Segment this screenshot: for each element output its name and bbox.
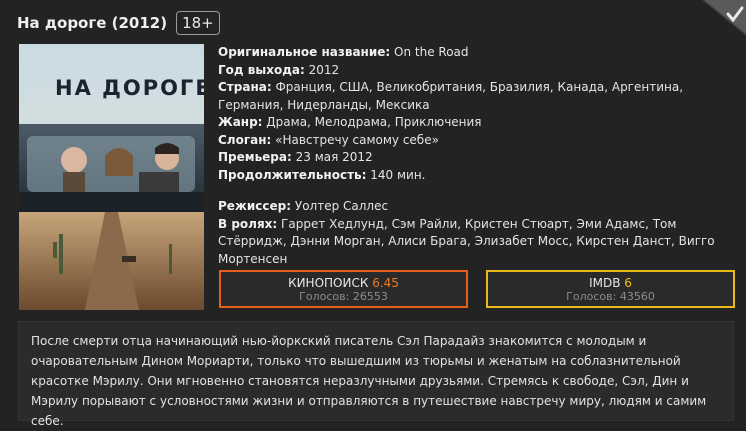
slogan-value: «Навстречу самому себе»	[275, 132, 439, 147]
duration-label: Продолжительность:	[218, 167, 367, 182]
country-row: Страна: Франция, США, Великобритания, Бр…	[218, 79, 738, 114]
year-row: Год выхода: 2012	[218, 62, 738, 80]
country-value: Франция, США, Великобритания, Бразилия, …	[218, 80, 684, 112]
kinopoisk-rating[interactable]: КИНОПОИСК 6.45 Голосов: 26553	[219, 270, 468, 308]
imdb-value: 6	[624, 276, 632, 290]
poster-image: НА ДОРОГЕ	[19, 44, 204, 310]
premiere-label: Премьера:	[218, 150, 292, 164]
original-title-value: On the Road	[394, 45, 469, 59]
country-label: Страна:	[218, 80, 272, 94]
director-value: Уолтер Саллес	[294, 199, 389, 213]
imdb-votes: Голосов: 43560	[566, 290, 655, 303]
year-label: Год выхода:	[218, 62, 305, 77]
genre-row: Жанр: Драма, Мелодрама, Приключения	[218, 114, 738, 132]
original-title-label: Оригинальное название:	[218, 45, 391, 59]
cast-row: В ролях: Гаррет Хедлунд, Сэм Райли, Крис…	[218, 216, 738, 269]
movie-poster[interactable]: НА ДОРОГЕ	[19, 44, 204, 310]
checkmark-icon[interactable]	[702, 0, 746, 36]
year-value: 2012	[308, 62, 340, 77]
kinopoisk-value: 6.45	[372, 276, 399, 290]
movie-description: После смерти отца начинающий нью-йоркски…	[18, 321, 734, 428]
age-rating-badge: 18+	[176, 11, 220, 35]
genre-value: Драма, Мелодрама, Приключения	[266, 115, 482, 129]
title-row: На дороге (2012) 18+	[17, 10, 220, 36]
original-title-row: Оригинальное название: On the Road	[218, 44, 738, 62]
duration-value: 140 мин.	[370, 167, 426, 182]
movie-title: На дороге (2012)	[17, 14, 168, 32]
cast-label: В ролях:	[218, 216, 278, 231]
director-label: Режиссер:	[218, 199, 292, 213]
director-row: Режиссер: Уолтер Саллес	[218, 198, 738, 216]
kinopoisk-name: КИНОПОИСК	[288, 276, 369, 290]
genre-label: Жанр:	[218, 115, 263, 129]
movie-info: Оригинальное название: On the Road Год в…	[218, 44, 738, 268]
slogan-row: Слоган: «Навстречу самому себе»	[218, 132, 738, 150]
imdb-rating[interactable]: IMDB 6 Голосов: 43560	[486, 270, 735, 308]
movie-card: На дороге (2012) 18+ НА ДОРОГЕ Оригиналь…	[0, 0, 746, 428]
poster-title: НА ДОРОГЕ	[55, 76, 204, 100]
kinopoisk-votes: Голосов: 26553	[299, 290, 388, 303]
duration-row: Продолжительность: 140 мин.	[218, 167, 738, 185]
cast-value: Гаррет Хедлунд, Сэм Райли, Кристен Стюар…	[218, 216, 715, 266]
imdb-name: IMDB	[589, 276, 621, 290]
slogan-label: Слоган:	[218, 132, 272, 147]
premiere-value: 23 мая 2012	[295, 150, 373, 164]
premiere-row: Премьера: 23 мая 2012	[218, 149, 738, 167]
